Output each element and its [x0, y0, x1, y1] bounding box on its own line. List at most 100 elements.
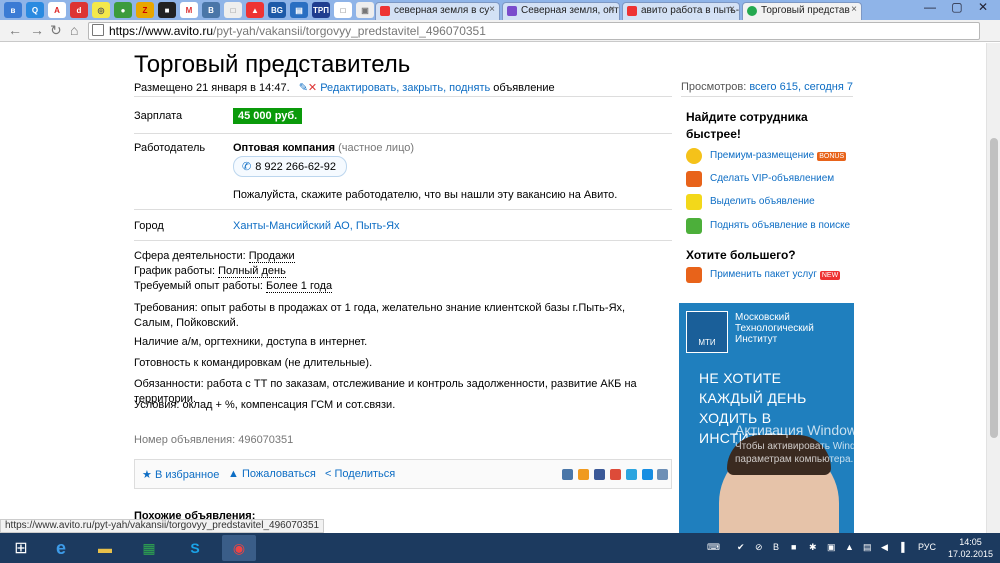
reload-icon[interactable]: ↻ [50, 22, 62, 39]
bluetooth-icon[interactable]: ✱ [809, 542, 817, 553]
views-label: Просмотров: [681, 81, 747, 93]
edit-link[interactable]: Редактировать, закрыть, поднять [320, 82, 490, 94]
param-value[interactable]: Продажи [248, 250, 295, 263]
browser-toolbar: ← → ↻ ⌂ https://www.avito.ru/pyt-yah/vak… [0, 20, 1000, 57]
ad-number: Номер объявления: 496070351 [134, 434, 294, 446]
tab-search-1[interactable]: северная земля в су × [375, 2, 500, 20]
vk-icon[interactable]: B [202, 2, 220, 18]
views-value[interactable]: всего 615, сегодня 7 [749, 81, 853, 93]
close-icon[interactable]: × [489, 4, 495, 15]
tab-search-2[interactable]: Северная земля, опт × [502, 2, 620, 20]
divider [681, 96, 853, 97]
livejournal-icon[interactable] [657, 469, 668, 480]
employer-name: Оптовая компания [233, 142, 336, 154]
param-value[interactable]: Полный день [218, 265, 286, 278]
star-icon: ★ [142, 469, 152, 481]
close-icon[interactable]: × [729, 4, 735, 15]
keyboard-icon[interactable]: ⌨ [707, 542, 720, 553]
pinned-tab-icon[interactable]: ТРП [312, 2, 330, 18]
description-conditions: Условия: оклад + %, компенсация ГСМ и со… [134, 399, 396, 411]
close-icon[interactable]: × [851, 4, 857, 15]
param-value[interactable]: Более 1 года [266, 280, 333, 293]
pinned-tab-icon[interactable]: ● [114, 2, 132, 18]
pinned-tab-icon[interactable]: ▣ [356, 2, 374, 18]
complain-button[interactable]: ▲ Пожаловаться [228, 468, 316, 480]
window-controls[interactable]: — ▢ ✕ [924, 0, 994, 14]
param-schedule: График работы: Полный день [134, 264, 674, 279]
scrollbar[interactable] [986, 43, 1000, 533]
action-bar: ★ В избранное ▲ Пожаловаться < Поделитьс… [134, 459, 672, 489]
google-plus-icon[interactable] [610, 469, 621, 480]
phone-icon: ✆ [242, 161, 252, 173]
vk-icon[interactable] [562, 469, 573, 480]
tray-icon[interactable]: ▣ [827, 542, 836, 553]
pinned-tab-icon[interactable]: А [48, 2, 66, 18]
gmail-icon[interactable]: M [180, 2, 198, 18]
tab-search-3[interactable]: авито работа в пыть- × [622, 2, 740, 20]
divider [134, 96, 672, 97]
tray-icon[interactable]: ■ [791, 542, 796, 552]
tray-icon[interactable]: ⊘ [755, 542, 763, 553]
salary-label: Зарплата [134, 110, 183, 122]
chrome-icon[interactable]: ◉ [222, 535, 256, 561]
volume-icon[interactable]: ◀ [881, 542, 888, 553]
pinned-tab-icon[interactable]: в [4, 2, 22, 18]
network-icon[interactable]: ▲ [845, 542, 854, 552]
share-button[interactable]: < Поделиться [325, 468, 395, 480]
tell-employer-text: Пожалуйста, скажите работодателю, что вы… [233, 189, 618, 201]
favorite-button[interactable]: ★ В избранное [142, 468, 219, 481]
pinned-tab-icon[interactable]: □ [224, 2, 242, 18]
description-line: Наличие а/м, оргтехники, доступа в интер… [134, 336, 368, 348]
file-explorer-icon[interactable]: ▬ [88, 535, 122, 561]
back-icon[interactable]: ← [8, 22, 22, 38]
pinned-tab-icon[interactable]: Z [136, 2, 154, 18]
vip-icon [686, 171, 702, 187]
salary-badge: 45 000 руб. [233, 108, 303, 124]
url-host: https://www.avito.ru [109, 24, 214, 38]
find-employee-heading: Найдите сотрудника быстрее! [686, 110, 808, 141]
scrollbar-thumb[interactable] [990, 138, 998, 438]
pinned-tab-icon[interactable]: ■ [158, 2, 176, 18]
language-indicator[interactable]: РУС [918, 542, 936, 552]
yandex-icon [380, 6, 390, 16]
service-label: Премиум-размещение [710, 150, 815, 161]
start-icon[interactable]: ⊞ [4, 535, 38, 561]
ok-icon[interactable] [578, 469, 589, 480]
tab-active[interactable]: Торговый представ × [742, 2, 862, 21]
pinned-tab-search-icon[interactable]: Q [26, 2, 44, 18]
tab-label: северная земля в су [394, 5, 490, 16]
service-label: Поднять объявление в поиске [710, 220, 851, 231]
tab-label: Торговый представ [761, 5, 850, 16]
activation-watermark-text: Чтобы активировать Windows, перейдите к … [735, 441, 936, 465]
close-icon[interactable]: × [609, 4, 615, 15]
skype-icon[interactable]: S [178, 535, 212, 561]
arrow-up-icon [686, 218, 702, 234]
clock[interactable]: 14:05 17.02.2015 [948, 536, 993, 560]
employer-label: Работодатель [134, 142, 206, 154]
facebook-icon[interactable] [594, 469, 605, 480]
avito-icon [747, 6, 757, 16]
internet-explorer-icon[interactable]: e [44, 535, 78, 561]
address-bar[interactable]: https://www.avito.ru/pyt-yah/vakansii/to… [88, 22, 980, 40]
pinned-tab-icon[interactable]: ▤ [290, 2, 308, 18]
pinned-tab-icon[interactable]: d [70, 2, 88, 18]
pinned-tab-icon[interactable]: ▲ [246, 2, 264, 18]
forward-icon[interactable]: → [30, 22, 44, 38]
activation-watermark-title: Активация Windows [735, 422, 865, 438]
pinned-tab-icon[interactable]: ◎ [92, 2, 110, 18]
signal-icon[interactable]: ▐ [898, 542, 904, 552]
tray-icon[interactable]: ▤ [863, 542, 872, 553]
pinned-tab-icon[interactable]: BG [268, 2, 286, 18]
city-link[interactable]: Ханты-Мансийский АО, Пыть-Ях [233, 220, 400, 232]
tray-icon[interactable]: B [773, 542, 779, 552]
check-icon[interactable]: ✔ [737, 542, 745, 553]
phone-button[interactable]: ✆ 8 922 266-62-92 [233, 156, 347, 177]
pinned-tab-icon[interactable]: □ [334, 2, 352, 18]
banner-ad[interactable]: МТИ Московский Технологический Институт … [679, 303, 854, 533]
mail-icon[interactable] [642, 469, 653, 480]
institute-name: Московский Технологический Институт [735, 312, 814, 345]
twitter-icon[interactable] [626, 469, 637, 480]
page-icon [92, 24, 104, 36]
store-icon[interactable]: ▦ [132, 535, 166, 561]
home-icon[interactable]: ⌂ [70, 22, 78, 38]
